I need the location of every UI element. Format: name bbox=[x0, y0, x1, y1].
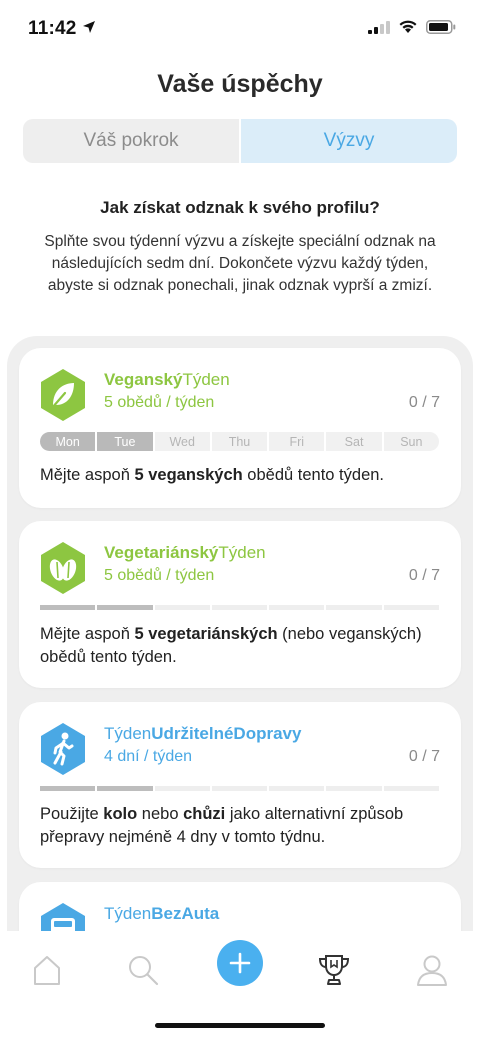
progress-segment bbox=[211, 605, 268, 610]
challenge-description: Mějte aspoň 5 vegetariánských (nebo vega… bbox=[40, 625, 422, 666]
challenge-progress-count: 0 / 7 bbox=[408, 567, 440, 584]
challenge-title: TýdenUdržitelnéDopravy bbox=[104, 724, 302, 743]
progress-segment bbox=[383, 786, 439, 791]
progress-segment bbox=[326, 786, 382, 791]
challenge-title: VeganskýTýden bbox=[104, 370, 230, 389]
challenge-card-vegan[interactable]: VeganskýTýden 5 obědů / týden 0 / 7 Mon … bbox=[19, 348, 461, 508]
nav-achievements[interactable] bbox=[309, 945, 359, 995]
day-tue: Tue bbox=[97, 432, 155, 451]
bottom-navigation bbox=[0, 931, 480, 1039]
nav-search[interactable] bbox=[118, 945, 168, 995]
tab-progress[interactable]: Váš pokrok bbox=[23, 119, 241, 163]
home-indicator bbox=[155, 1023, 325, 1028]
progress-segment bbox=[326, 605, 382, 610]
challenge-title: TýdenBezAuta bbox=[104, 904, 220, 923]
page-title: Vaše úspěchy bbox=[157, 70, 323, 98]
challenge-card-car-free[interactable]: TýdenBezAuta bbox=[19, 882, 461, 936]
day-sat: Sat bbox=[326, 432, 384, 451]
tab-challenges[interactable]: Výzvy bbox=[241, 119, 457, 163]
add-icon bbox=[229, 952, 251, 974]
challenge-progress-count: 0 / 7 bbox=[408, 748, 440, 765]
progress-segment bbox=[40, 605, 96, 610]
challenge-list: VeganskýTýden 5 obědů / týden 0 / 7 Mon … bbox=[7, 336, 473, 936]
status-icons bbox=[368, 20, 456, 34]
progress-segment bbox=[40, 786, 96, 791]
challenge-description: Použijte kolo nebo chůzi jako alternativ… bbox=[40, 805, 404, 846]
challenge-subtitle: 5 obědů / týden bbox=[104, 394, 215, 411]
progress-segment bbox=[383, 605, 439, 610]
vegetable-icon bbox=[41, 542, 85, 594]
search-icon bbox=[129, 956, 159, 986]
home-icon bbox=[34, 956, 60, 985]
progress-segment bbox=[269, 605, 325, 610]
wifi-icon bbox=[399, 20, 417, 33]
profile-icon bbox=[417, 955, 447, 986]
intro-heading: Jak získat odznak k svého profilu? bbox=[100, 198, 380, 217]
challenge-card-sustainable-transport[interactable]: TýdenUdržitelnéDopravy 4 dní / týden 0 /… bbox=[19, 702, 461, 868]
nav-home[interactable] bbox=[22, 945, 72, 995]
progress-segment bbox=[211, 786, 268, 791]
challenge-title: VegetariánskýTýden bbox=[104, 543, 266, 562]
challenge-progress-count: 0 / 7 bbox=[408, 394, 440, 411]
location-arrow-icon bbox=[83, 21, 95, 33]
challenge-subtitle: 5 obědů / týden bbox=[104, 567, 215, 584]
progress-segment bbox=[154, 786, 210, 791]
status-bar: 11:42 bbox=[0, 0, 480, 58]
nav-profile[interactable] bbox=[407, 945, 457, 995]
weekday-tracker: Mon Tue Wed Thu Fri Sat Sun bbox=[40, 432, 439, 451]
intro-text: Splňte svou týdenní výzvu a získejte spe… bbox=[44, 233, 436, 294]
trophy-icon bbox=[318, 955, 350, 985]
day-fri: Fri bbox=[269, 432, 327, 451]
day-wed: Wed bbox=[154, 432, 212, 451]
walking-person-icon bbox=[41, 723, 85, 775]
leaf-icon bbox=[41, 369, 85, 421]
status-time: 11:42 bbox=[28, 18, 77, 39]
challenge-subtitle: 4 dní / týden bbox=[104, 748, 193, 765]
progress-segment bbox=[97, 605, 153, 610]
progress-segment bbox=[97, 786, 153, 791]
progress-segment bbox=[269, 786, 325, 791]
battery-icon bbox=[426, 20, 456, 34]
day-mon: Mon bbox=[40, 432, 98, 451]
progress-segments bbox=[40, 786, 439, 791]
progress-segments bbox=[40, 605, 439, 610]
signal-icon bbox=[368, 20, 390, 34]
progress-segment bbox=[154, 605, 210, 610]
day-sun: Sun bbox=[383, 432, 439, 451]
add-button[interactable] bbox=[217, 940, 263, 986]
segmented-control: Váš pokrok Výzvy bbox=[23, 119, 457, 163]
challenge-card-vegetarian[interactable]: VegetariánskýTýden 5 obědů / týden 0 / 7… bbox=[19, 521, 461, 688]
challenge-description: Mějte aspoň 5 veganských obědů tento týd… bbox=[40, 466, 384, 484]
day-thu: Thu bbox=[211, 432, 270, 451]
